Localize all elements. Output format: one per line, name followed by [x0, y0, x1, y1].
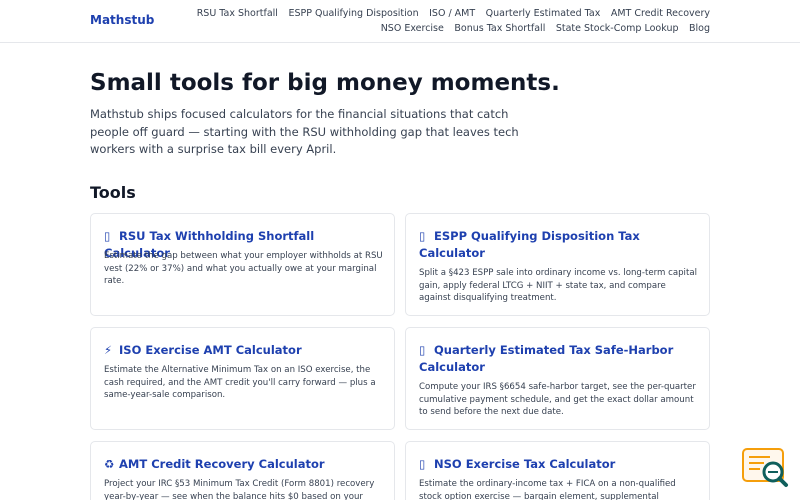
- document-icon: ▯: [419, 457, 426, 471]
- nav-link-quarterly-estimated-tax[interactable]: Quarterly Estimated Tax: [486, 8, 601, 20]
- nav-link-blog[interactable]: Blog: [689, 23, 710, 35]
- chart-icon: ▯: [419, 229, 426, 243]
- tool-card-description: Project your IRC §53 Minimum Tax Credit …: [104, 479, 375, 500]
- floating-search-widget[interactable]: [740, 445, 790, 491]
- tool-card-title-text: ISO Exercise AMT Calculator: [119, 343, 302, 357]
- tool-card-title[interactable]: ♻ AMT Credit Recovery Calculator: [104, 456, 384, 473]
- brand-logo[interactable]: Mathstub: [90, 13, 154, 27]
- nav-link-espp-qualifying-disposition[interactable]: ESPP Qualifying Disposition: [288, 8, 418, 20]
- tool-card-quarterly-estimated[interactable]: ▯ Quarterly Estimated Tax Safe-Harbor Ca…: [405, 327, 710, 430]
- search-document-icon: [742, 448, 788, 487]
- main-nav: RSU Tax Shortfall ESPP Qualifying Dispos…: [150, 8, 710, 35]
- calendar-icon: ▯: [419, 343, 426, 357]
- nav-link-rsu-tax-shortfall[interactable]: RSU Tax Shortfall: [197, 8, 278, 20]
- tool-card-description: Estimate the gap between what your emplo…: [104, 251, 383, 287]
- tool-card-amt-credit[interactable]: ♻ AMT Credit Recovery Calculator Project…: [90, 441, 395, 500]
- chart-icon: ▯: [104, 229, 111, 243]
- nav-link-amt-credit-recovery[interactable]: AMT Credit Recovery: [611, 8, 710, 20]
- tool-card-title[interactable]: ▯ ESPP Qualifying Disposition Tax Calcul…: [419, 228, 699, 262]
- nav-link-bonus-tax-shortfall[interactable]: Bonus Tax Shortfall: [454, 23, 545, 35]
- page-subtitle: Mathstub ships focused calculators for t…: [90, 107, 519, 156]
- tool-card-nso[interactable]: ▯ NSO Exercise Tax Calculator Estimate t…: [405, 441, 710, 500]
- nav-link-nso-exercise[interactable]: NSO Exercise: [381, 23, 444, 35]
- nav-link-iso-amt[interactable]: ISO / AMT: [429, 8, 475, 20]
- tool-card-espp[interactable]: ▯ ESPP Qualifying Disposition Tax Calcul…: [405, 213, 710, 316]
- tool-card-iso-amt[interactable]: ⚡ ISO Exercise AMT Calculator Estimate t…: [90, 327, 395, 430]
- tool-card-description: Estimate the ordinary-income tax + FICA …: [419, 479, 676, 500]
- recycle-icon: ♻: [104, 457, 115, 471]
- tool-card-title-text: AMT Credit Recovery Calculator: [119, 457, 325, 471]
- tool-card-title-text: Quarterly Estimated Tax Safe-Harbor Calc…: [419, 343, 674, 374]
- tool-card-description: Compute your IRS §6654 safe-harbor targe…: [419, 382, 696, 418]
- tool-card-title[interactable]: ▯ NSO Exercise Tax Calculator: [419, 456, 699, 473]
- lightning-icon: ⚡: [104, 343, 113, 357]
- tools-heading: Tools: [90, 183, 136, 202]
- tool-card-title[interactable]: ▯ Quarterly Estimated Tax Safe-Harbor Ca…: [419, 342, 699, 376]
- page-title: Small tools for big money moments.: [90, 70, 560, 96]
- tool-card-description: Split a §423 ESPP sale into ordinary inc…: [419, 268, 697, 304]
- tool-card-title-text: ESPP Qualifying Disposition Tax Calculat…: [419, 229, 640, 260]
- tool-card-rsu[interactable]: ▯ RSU Tax Withholding Shortfall Calculat…: [90, 213, 395, 316]
- top-nav-bar: Mathstub RSU Tax Shortfall ESPP Qualifyi…: [0, 0, 800, 43]
- tool-card-title[interactable]: ⚡ ISO Exercise AMT Calculator: [104, 342, 384, 359]
- tool-card-description: Estimate the Alternative Minimum Tax on …: [104, 365, 376, 401]
- nav-link-state-stock-comp-lookup[interactable]: State Stock-Comp Lookup: [556, 23, 679, 35]
- tool-card-title-text: NSO Exercise Tax Calculator: [434, 457, 616, 471]
